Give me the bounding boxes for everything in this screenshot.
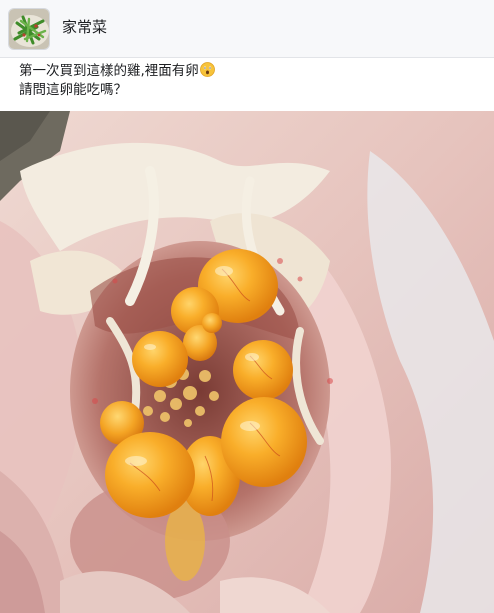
group-avatar[interactable] bbox=[8, 8, 50, 50]
facebook-post: 家常菜 第一次買到這樣的雞,裡面有卵 請問這卵能吃嗎？ bbox=[0, 0, 494, 613]
post-text-line-1: 第一次買到這樣的雞,裡面有卵 bbox=[19, 62, 479, 81]
post-header: 家常菜 bbox=[0, 0, 494, 58]
post-text-line-2: 請問這卵能吃嗎？ bbox=[19, 82, 127, 98]
vegetable-dish-icon bbox=[9, 9, 49, 49]
chicken-eggs-photo bbox=[0, 111, 494, 613]
astonished-face-icon bbox=[199, 62, 215, 77]
group-name[interactable]: 家常菜 bbox=[62, 17, 107, 37]
post-photo[interactable] bbox=[0, 111, 494, 613]
post-text: 第一次買到這樣的雞,裡面有卵 請問這卵能吃嗎？ bbox=[19, 62, 479, 100]
post-text-line-1-text: 第一次買到這樣的雞,裡面有卵 bbox=[19, 63, 199, 79]
